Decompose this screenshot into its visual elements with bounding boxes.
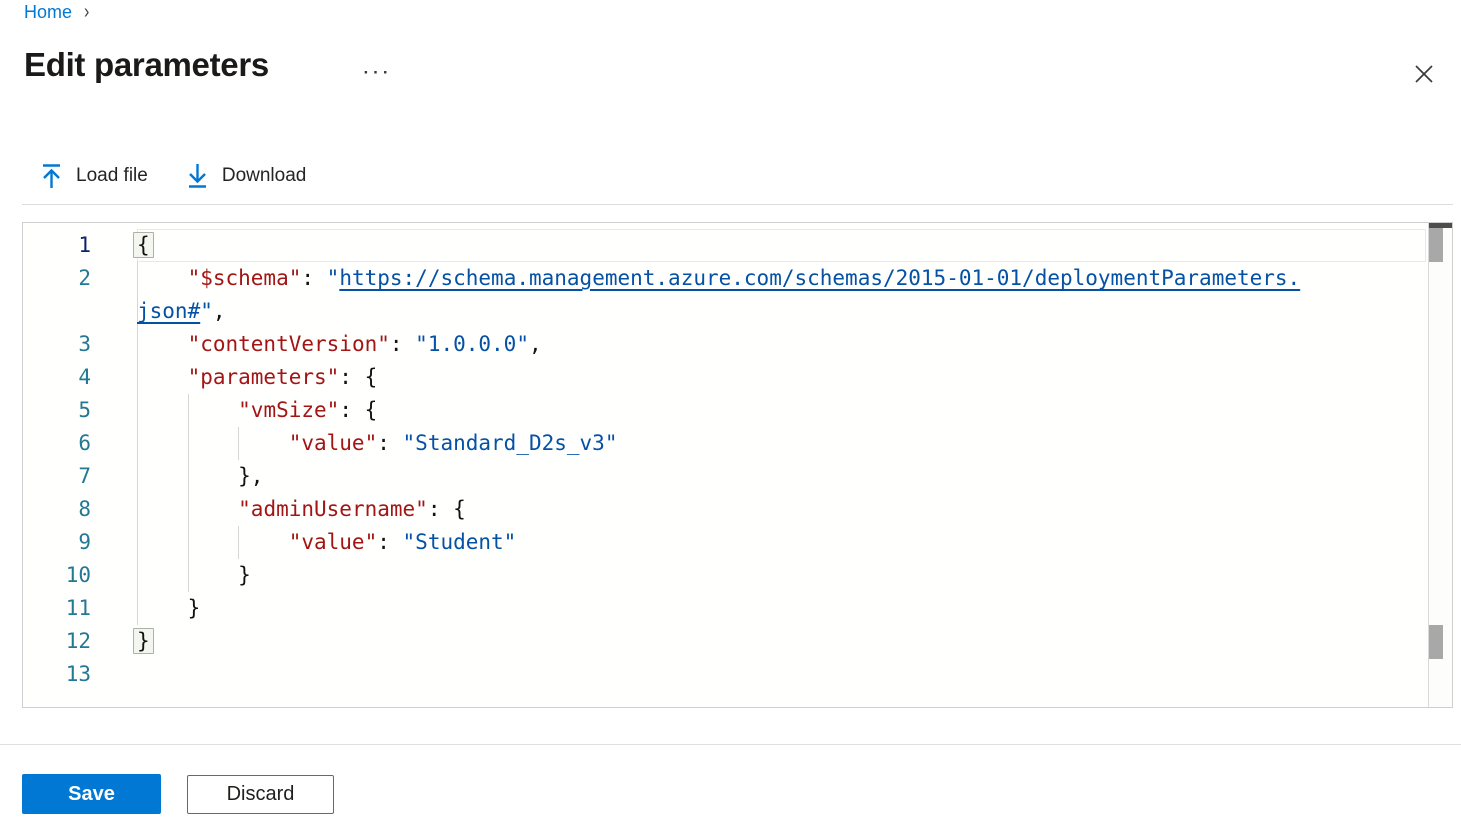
- line-number: 1: [23, 229, 137, 262]
- toolbar: Load file Download: [38, 156, 308, 196]
- edit-parameters-blade: Home › Edit parameters ··· Load file Do: [0, 0, 1461, 822]
- code-line[interactable]: 12}: [23, 625, 1452, 658]
- code-line[interactable]: 6 "value": "Standard_D2s_v3": [23, 427, 1452, 460]
- page-title: Edit parameters: [24, 46, 269, 84]
- discard-button[interactable]: Discard: [187, 775, 334, 814]
- line-number: 4: [23, 361, 137, 394]
- code-text: }: [137, 559, 1452, 592]
- breadcrumb: Home ›: [24, 2, 89, 23]
- line-number: 13: [23, 658, 137, 691]
- line-number: 9: [23, 526, 137, 559]
- code-line[interactable]: 7 },: [23, 460, 1452, 493]
- toolbar-divider: [22, 204, 1453, 205]
- code-text: },: [137, 460, 1452, 493]
- download-button[interactable]: Download: [184, 159, 309, 193]
- code-line[interactable]: 11 }: [23, 592, 1452, 625]
- code-line[interactable]: json#",: [23, 295, 1452, 328]
- scrollbar-thumb[interactable]: [1429, 625, 1443, 659]
- load-file-button[interactable]: Load file: [38, 159, 150, 193]
- code-text: json#",: [137, 295, 1452, 328]
- code-line[interactable]: 10 }: [23, 559, 1452, 592]
- close-button[interactable]: [1406, 56, 1442, 92]
- code-text: }: [137, 625, 1452, 658]
- editor-scrollbar: [1428, 223, 1452, 707]
- line-number: 6: [23, 427, 137, 460]
- code-line[interactable]: 13: [23, 658, 1452, 691]
- breadcrumb-chevron-icon: ›: [84, 1, 89, 24]
- more-options-button[interactable]: ···: [358, 58, 398, 88]
- line-number: 8: [23, 493, 137, 526]
- download-label: Download: [222, 165, 307, 187]
- line-number: 7: [23, 460, 137, 493]
- download-icon: [186, 163, 209, 189]
- code-line[interactable]: 2 "$schema": "https://schema.management.…: [23, 262, 1452, 295]
- code-line[interactable]: 3 "contentVersion": "1.0.0.0",: [23, 328, 1452, 361]
- code-text: "contentVersion": "1.0.0.0",: [137, 328, 1452, 361]
- code-rows: 1{2 "$schema": "https://schema.managemen…: [23, 223, 1452, 691]
- line-number: 12: [23, 625, 137, 658]
- code-line[interactable]: 9 "value": "Student": [23, 526, 1452, 559]
- line-number: 10: [23, 559, 137, 592]
- footer-divider: [0, 744, 1461, 745]
- breadcrumb-home-link[interactable]: Home: [24, 2, 72, 23]
- code-text: }: [137, 592, 1452, 625]
- scrollbar-thumb[interactable]: [1429, 228, 1443, 262]
- code-text: "adminUsername": {: [137, 493, 1452, 526]
- code-line[interactable]: 5 "vmSize": {: [23, 394, 1452, 427]
- code-text: "value": "Student": [137, 526, 1452, 559]
- code-text: [137, 658, 1452, 691]
- code-text: "parameters": {: [137, 361, 1452, 394]
- line-number: 2: [23, 262, 137, 295]
- code-text: {: [137, 229, 1452, 262]
- line-number: 11: [23, 592, 137, 625]
- line-number: [23, 295, 137, 328]
- code-line[interactable]: 8 "adminUsername": {: [23, 493, 1452, 526]
- code-text: "value": "Standard_D2s_v3": [137, 427, 1452, 460]
- code-line[interactable]: 4 "parameters": {: [23, 361, 1452, 394]
- json-code-editor[interactable]: 1{2 "$schema": "https://schema.managemen…: [22, 222, 1453, 708]
- close-icon: [1406, 56, 1442, 92]
- save-button[interactable]: Save: [22, 774, 161, 814]
- line-number: 3: [23, 328, 137, 361]
- upload-icon: [40, 163, 63, 189]
- code-line[interactable]: 1{: [23, 229, 1452, 262]
- load-file-label: Load file: [76, 165, 148, 187]
- line-number: 5: [23, 394, 137, 427]
- code-text: "$schema": "https://schema.management.az…: [137, 262, 1452, 295]
- code-text: "vmSize": {: [137, 394, 1452, 427]
